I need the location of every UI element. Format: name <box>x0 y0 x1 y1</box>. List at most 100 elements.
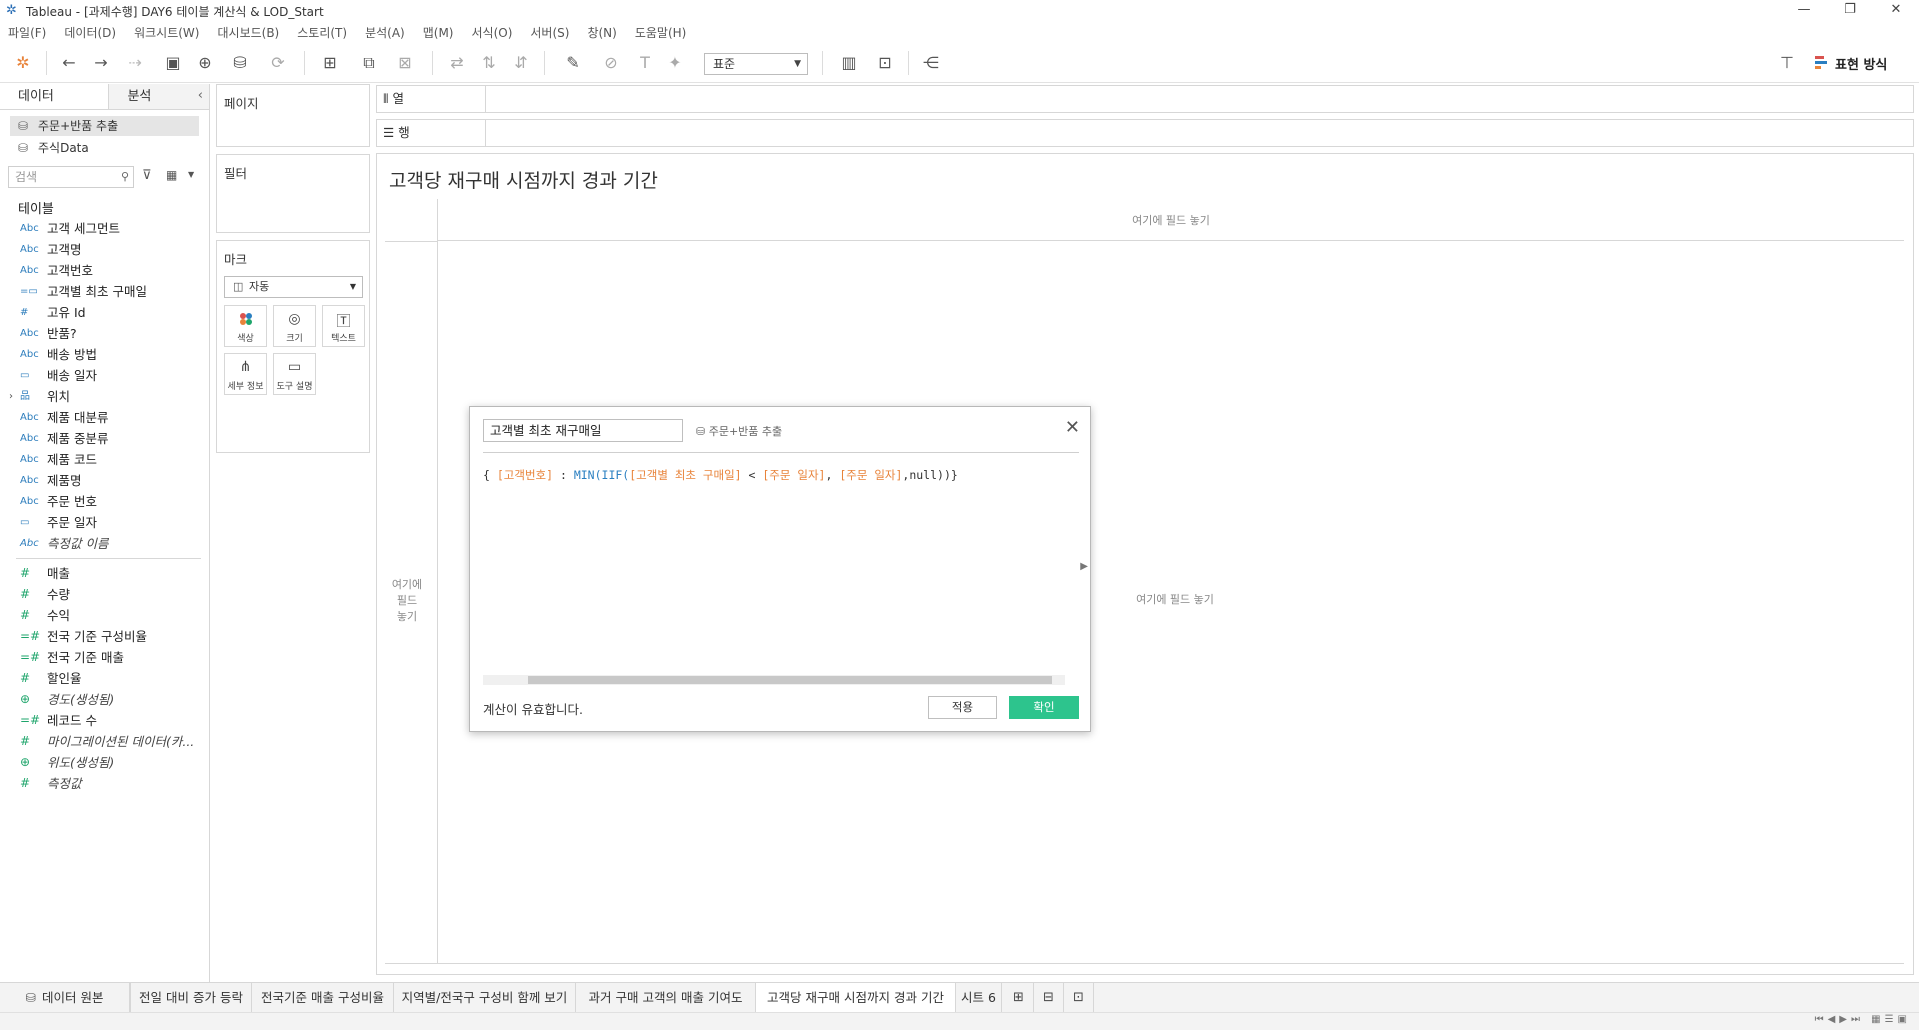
pause-updates-icon[interactable]: ⛁ <box>226 53 254 73</box>
rows-shelf[interactable]: ☰ 행 <box>376 119 1914 147</box>
redo-icon[interactable]: → <box>90 53 112 73</box>
tooltip-mark-button[interactable]: ▭ 도구 설명 <box>273 353 316 395</box>
share-icon[interactable]: ⋲ <box>920 53 942 73</box>
tab-sheet-active[interactable]: 고객당 재구매 시점까지 경과 기간 <box>756 983 956 1012</box>
menu-window[interactable]: 창(N) <box>587 24 616 41</box>
sheet-navigation-icons[interactable]: ⏮◀▶⏭ ▦☰▣ <box>1815 1014 1911 1025</box>
dimension-field[interactable]: ▭ 주문 일자 <box>0 512 209 533</box>
show-me-label[interactable]: 표현 방식 <box>1835 54 1887 73</box>
scrollbar-thumb[interactable] <box>528 676 1052 684</box>
dimension-field[interactable]: Abc 고객명 <box>0 239 209 260</box>
measure-field[interactable]: =# 전국 기준 구성비율 <box>0 626 209 647</box>
tab-sheet[interactable]: 지역별/전국구 구성비 함께 보기 <box>394 983 576 1012</box>
mark-type-select[interactable]: ◫ 자동 ▼ <box>224 276 363 298</box>
undo-icon[interactable]: ← <box>58 53 80 73</box>
measure-field[interactable]: ⊕ 경도(생성됨) <box>0 689 209 710</box>
dimension-field[interactable]: # 고유 Id <box>0 302 209 323</box>
menu-worksheet[interactable]: 워크시트(W) <box>134 24 199 41</box>
dimension-field[interactable]: Abc 배송 방법 <box>0 344 209 365</box>
menu-story[interactable]: 스토리(T) <box>297 24 347 41</box>
sheet-title[interactable]: 고객당 재구매 시점까지 경과 기간 <box>389 166 658 193</box>
measure-field[interactable]: # 수익 <box>0 605 209 626</box>
measure-field[interactable]: # 매출 <box>0 563 209 584</box>
dimension-field[interactable]: Abc 제품 대분류 <box>0 407 209 428</box>
datasource-item[interactable]: ⛁ 주식Data <box>10 138 199 158</box>
formula-editor[interactable]: { [고객번호] : MIN(IIF([고객별 최초 구매일] < [주문 일자… <box>483 467 1079 483</box>
view-options-icon[interactable]: ▦ <box>166 168 177 182</box>
tab-sheet[interactable]: 전국기준 매출 구성비율 <box>252 983 394 1012</box>
dimension-field[interactable]: › 品 위치 <box>0 386 209 407</box>
row-drop-zone[interactable]: 여기에 필드 놓기 <box>383 577 431 625</box>
tab-analytics[interactable]: 분석 <box>109 84 209 109</box>
menu-format[interactable]: 서식(O) <box>472 24 513 41</box>
collapse-pane-icon[interactable]: ‹ <box>198 88 203 103</box>
fix-axes-icon[interactable]: ✦ <box>664 53 686 73</box>
column-drop-zone[interactable]: 여기에 필드 놓기 <box>437 199 1904 241</box>
refresh-icon[interactable]: ⟳ <box>264 53 292 73</box>
sort-descending-icon[interactable]: ⇵ <box>510 53 532 73</box>
menu-help[interactable]: 도움말(H) <box>635 24 687 41</box>
size-mark-button[interactable]: ◎ 크기 <box>273 305 316 347</box>
menu-file[interactable]: 파일(F) <box>8 24 46 41</box>
ok-button[interactable]: 확인 <box>1009 696 1079 719</box>
close-icon[interactable]: ✕ <box>1065 417 1080 438</box>
calculation-name-input[interactable]: 고객별 최초 재구매일 <box>483 419 683 442</box>
new-datasource-icon[interactable]: ⊕ <box>194 53 216 73</box>
presentation-mode-icon[interactable]: ⊡ <box>874 53 896 73</box>
filters-shelf[interactable]: 필터 <box>216 154 370 233</box>
show-cards-icon[interactable]: ▥ <box>834 53 864 73</box>
tab-data[interactable]: 데이터 <box>0 84 110 109</box>
chevron-down-icon[interactable]: ▼ <box>188 170 194 179</box>
columns-shelf[interactable]: ⦀ 열 <box>376 85 1914 113</box>
tab-datasource[interactable]: ⛁ 데이터 원본 <box>0 983 130 1012</box>
save-icon[interactable]: ▣ <box>162 53 184 73</box>
search-input[interactable]: 검색 ⚲ <box>8 166 134 188</box>
show-labels-icon[interactable]: T <box>634 53 656 73</box>
new-worksheet-icon[interactable]: ⊞ <box>1004 983 1034 1012</box>
pages-shelf[interactable]: 페이지 <box>216 84 370 147</box>
dimension-field[interactable]: Abc 제품 중분류 <box>0 428 209 449</box>
dimension-field[interactable]: =▭ 고객별 최초 구매일 <box>0 281 209 302</box>
dimension-field[interactable]: Abc 측정값 이름 <box>0 533 209 554</box>
menu-data[interactable]: 데이터(D) <box>64 24 116 41</box>
measure-field[interactable]: =# 전국 기준 매출 <box>0 647 209 668</box>
maximize-button[interactable]: ❐ <box>1827 0 1873 22</box>
sort-ascending-icon[interactable]: ⇅ <box>478 53 500 73</box>
menu-analysis[interactable]: 분석(A) <box>365 24 405 41</box>
measure-field[interactable]: ⊕ 위도(생성됨) <box>0 752 209 773</box>
dimension-field[interactable]: Abc 제품명 <box>0 470 209 491</box>
fit-select[interactable]: 표준 ▼ <box>704 53 808 75</box>
tab-sheet[interactable]: 전일 대비 증가 등락 <box>130 983 252 1012</box>
text-mark-button[interactable]: 🅃 텍스트 <box>322 305 365 347</box>
measure-field[interactable]: # 마이그레이션된 데이터(카... <box>0 731 209 752</box>
minimize-button[interactable]: — <box>1781 0 1827 22</box>
group-members-icon[interactable]: ⊘ <box>596 53 626 73</box>
clear-sheet-icon[interactable]: ⊠ <box>390 53 420 73</box>
measure-field[interactable]: # 할인율 <box>0 668 209 689</box>
duplicate-sheet-icon[interactable]: ⧉ <box>358 53 380 73</box>
menu-server[interactable]: 서버(S) <box>530 24 569 41</box>
dimension-field[interactable]: ▭ 배송 일자 <box>0 365 209 386</box>
dimension-field[interactable]: Abc 제품 코드 <box>0 449 209 470</box>
color-mark-button[interactable]: 색상 <box>224 305 267 347</box>
dimension-field[interactable]: Abc 반품? <box>0 323 209 344</box>
menu-dashboard[interactable]: 대시보드(B) <box>217 24 279 41</box>
dimension-field[interactable]: Abc 고객 세그먼트 <box>0 218 209 239</box>
expand-panel-icon[interactable]: ▶ <box>1080 561 1088 572</box>
tableau-start-icon[interactable]: ✲ <box>12 53 34 73</box>
replay-icon[interactable]: ⇢ <box>120 53 150 73</box>
dimension-field[interactable]: Abc 주문 번호 <box>0 491 209 512</box>
dimension-field[interactable]: Abc 고객번호 <box>0 260 209 281</box>
tab-sheet[interactable]: 시트 6 <box>956 983 1002 1012</box>
filter-icon[interactable]: ⊽ <box>142 168 152 183</box>
measure-field[interactable]: =# 레코드 수 <box>0 710 209 731</box>
datasource-item[interactable]: ⛁ 주문+반품 추출 <box>10 116 199 136</box>
tab-sheet[interactable]: 과거 구매 고객의 매출 기여도 <box>576 983 756 1012</box>
highlight-icon[interactable]: ✎ <box>558 53 588 73</box>
measure-field[interactable]: # 측정값 <box>0 773 209 794</box>
close-window-button[interactable]: ✕ <box>1873 0 1919 22</box>
swap-rows-columns-icon[interactable]: ⇄ <box>446 53 468 73</box>
new-dashboard-icon[interactable]: ⊟ <box>1034 983 1064 1012</box>
menu-map[interactable]: 맵(M) <box>423 24 454 41</box>
detail-mark-button[interactable]: ⋔ 세부 정보 <box>224 353 267 395</box>
